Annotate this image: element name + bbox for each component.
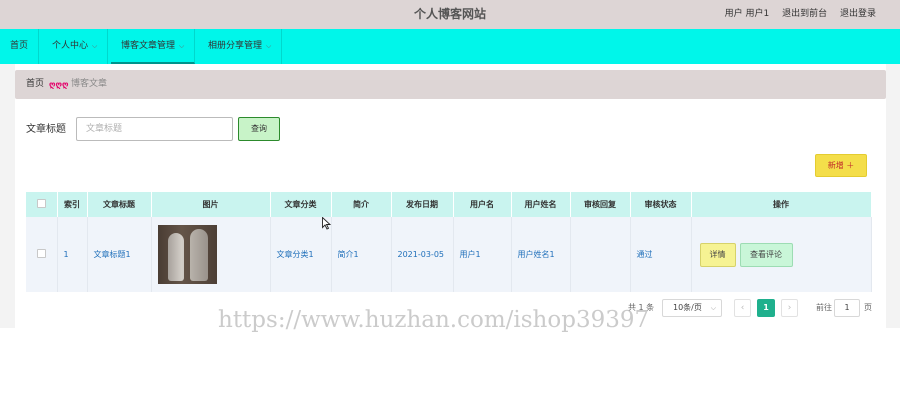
chevron-down-icon: ⌵ [266, 42, 272, 50]
nav-item-label: 个人中心 [52, 41, 89, 51]
search-label: 文章标题 [26, 124, 66, 135]
articles-table: 索引 文章标题 图片 文章分类 简介 发布日期 用户名 用户姓名 审核回复 审核… [26, 192, 872, 292]
chevron-right-icon: › [787, 303, 792, 313]
user-name-label: 用户 用户1 [724, 9, 770, 19]
page-size-value: 10条/页 [673, 303, 702, 312]
add-button[interactable]: 新增 ＋ [815, 154, 867, 177]
chevron-down-icon: ⌵ [710, 304, 716, 312]
nav-item-blog-articles[interactable]: 博客文章管理 ⌵ [111, 29, 196, 64]
column-header: 审核状态 [630, 192, 692, 217]
search-input[interactable] [76, 117, 233, 141]
view-comments-button[interactable]: 查看评论 [739, 242, 793, 267]
nav-item-home[interactable]: 首页 [0, 29, 40, 64]
breadcrumb: 首页 ღღღ 博客文章 [15, 70, 886, 99]
breadcrumb-home[interactable]: 首页 [26, 70, 44, 99]
watermark: https://www.huzhan.com/ishop39397 [218, 307, 650, 333]
column-header: 文章分类 [270, 192, 332, 217]
chevron-down-icon: ⌵ [179, 42, 185, 50]
goto-label: 前往 [816, 303, 832, 312]
row-checkbox[interactable] [36, 249, 46, 258]
row-username: 用户1 [453, 217, 512, 292]
select-all-checkbox[interactable] [36, 199, 46, 208]
nav-item-album-share[interactable]: 相册分享管理 ⌵ [198, 29, 283, 64]
select-all-header[interactable] [26, 192, 58, 217]
column-header: 图片 [151, 192, 271, 217]
row-date: 2021-03-05 [391, 217, 454, 292]
article-thumbnail [157, 225, 217, 284]
breadcrumb-current: 博客文章 [71, 79, 108, 89]
row-realname: 用户姓名1 [511, 217, 571, 292]
column-header: 发布日期 [391, 192, 454, 217]
main-nav: 首页 个人中心 ⌵ 博客文章管理 ⌵ 相册分享管理 ⌵ [0, 29, 900, 64]
row-image-cell [151, 217, 271, 292]
chevron-down-icon: ⌵ [92, 42, 98, 50]
back-to-front-link[interactable]: 退出到前台 [782, 9, 827, 19]
next-page-button[interactable]: › [781, 299, 798, 317]
chevron-left-icon: ‹ [740, 303, 745, 313]
column-header: 操作 [691, 192, 872, 217]
current-page-button[interactable]: 1 [757, 299, 775, 317]
goto-page-input[interactable]: 1 [834, 299, 860, 317]
row-summary: 简介1 [331, 217, 392, 292]
search-button[interactable]: 查询 [238, 117, 280, 141]
breadcrumb-separator: ღღღ [49, 80, 69, 89]
row-index: 1 [57, 217, 88, 292]
column-header: 用户名 [453, 192, 512, 217]
nav-item-label: 博客文章管理 [121, 41, 176, 51]
column-header: 文章标题 [87, 192, 152, 217]
page-size-select[interactable]: 10条/页 ⌵ [662, 299, 722, 317]
table-row: 1 文章标题1 文章分类1 简介1 2021-03-05 用户1 用户姓名1 通… [26, 217, 872, 292]
table-header-row: 索引 文章标题 图片 文章分类 简介 发布日期 用户名 用户姓名 审核回复 审核… [26, 192, 872, 217]
row-select-cell[interactable] [26, 217, 58, 292]
row-reply [570, 217, 631, 292]
user-area: 用户 用户1 退出到前台 退出登录 [715, 0, 876, 29]
nav-item-label: 首页 [10, 41, 29, 51]
row-status: 通过 [630, 217, 692, 292]
detail-button[interactable]: 详情 [699, 242, 736, 267]
top-header: 个人博客网站 用户 用户1 退出到前台 退出登录 [0, 0, 900, 29]
nav-item-label: 相册分享管理 [208, 41, 263, 51]
column-header: 用户姓名 [511, 192, 571, 217]
page-unit-label: 页 [864, 303, 872, 312]
nav-item-personal-center[interactable]: 个人中心 ⌵ [42, 29, 109, 64]
row-actions: 详情 查看评论 [691, 217, 872, 292]
logout-link[interactable]: 退出登录 [840, 9, 876, 19]
column-header: 简介 [331, 192, 392, 217]
column-header: 审核回复 [570, 192, 631, 217]
row-title: 文章标题1 [87, 217, 152, 292]
column-header: 索引 [57, 192, 88, 217]
prev-page-button[interactable]: ‹ [734, 299, 751, 317]
